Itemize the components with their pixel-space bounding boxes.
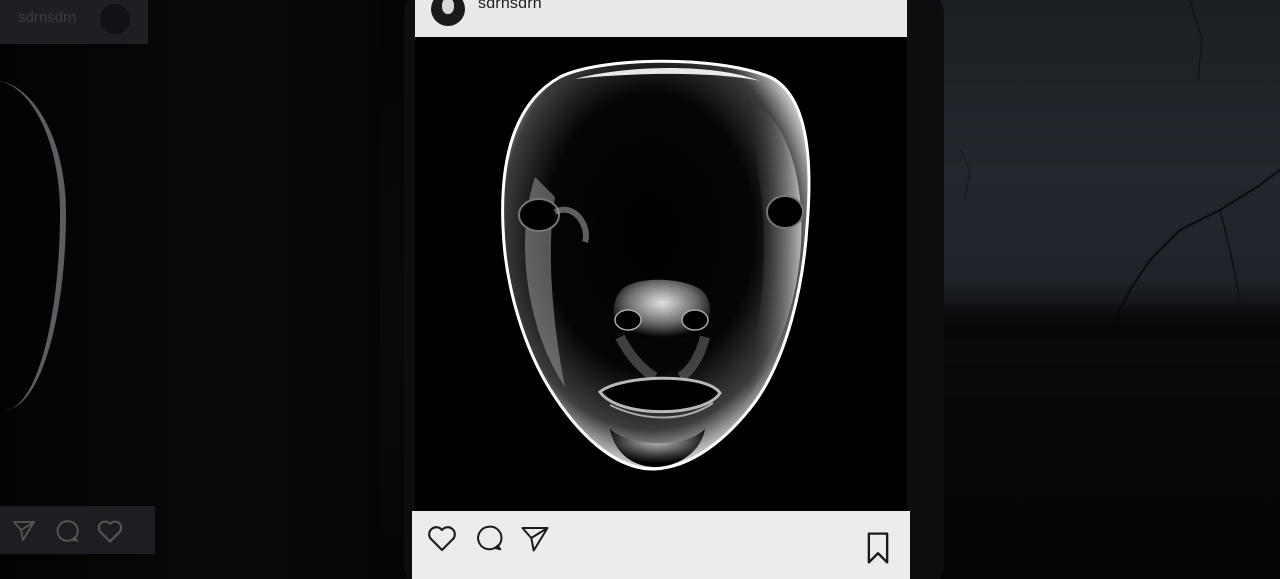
avatar[interactable]	[431, 0, 465, 26]
post-actions-bar	[412, 511, 910, 579]
left-background-panel: sdrnsdrn	[0, 0, 380, 579]
left-post-actions	[0, 506, 155, 554]
left-post-avatar	[100, 4, 130, 34]
game-scene: sdrnsdrn sdrnsdrn	[0, 0, 1280, 579]
send-icon[interactable]	[520, 523, 550, 553]
avatar-mask-image	[442, 0, 454, 14]
left-post-username: sdrnsdrn	[18, 9, 77, 26]
left-post-mask-image	[0, 80, 66, 410]
comment-icon	[56, 520, 79, 543]
post-header: sdrnsdrn	[415, 0, 907, 37]
heart-icon	[97, 520, 123, 543]
heart-icon[interactable]	[426, 523, 458, 553]
right-wall	[940, 0, 1280, 579]
left-post-header: sdrnsdrn	[0, 0, 148, 44]
mask-face-image	[501, 59, 811, 471]
bookmark-icon[interactable]	[864, 531, 892, 565]
wall-cracks	[959, 0, 1280, 331]
post-username[interactable]: sdrnsdrn	[478, 0, 542, 13]
post-image	[415, 37, 907, 517]
comment-icon[interactable]	[474, 523, 504, 553]
send-icon	[13, 521, 35, 541]
